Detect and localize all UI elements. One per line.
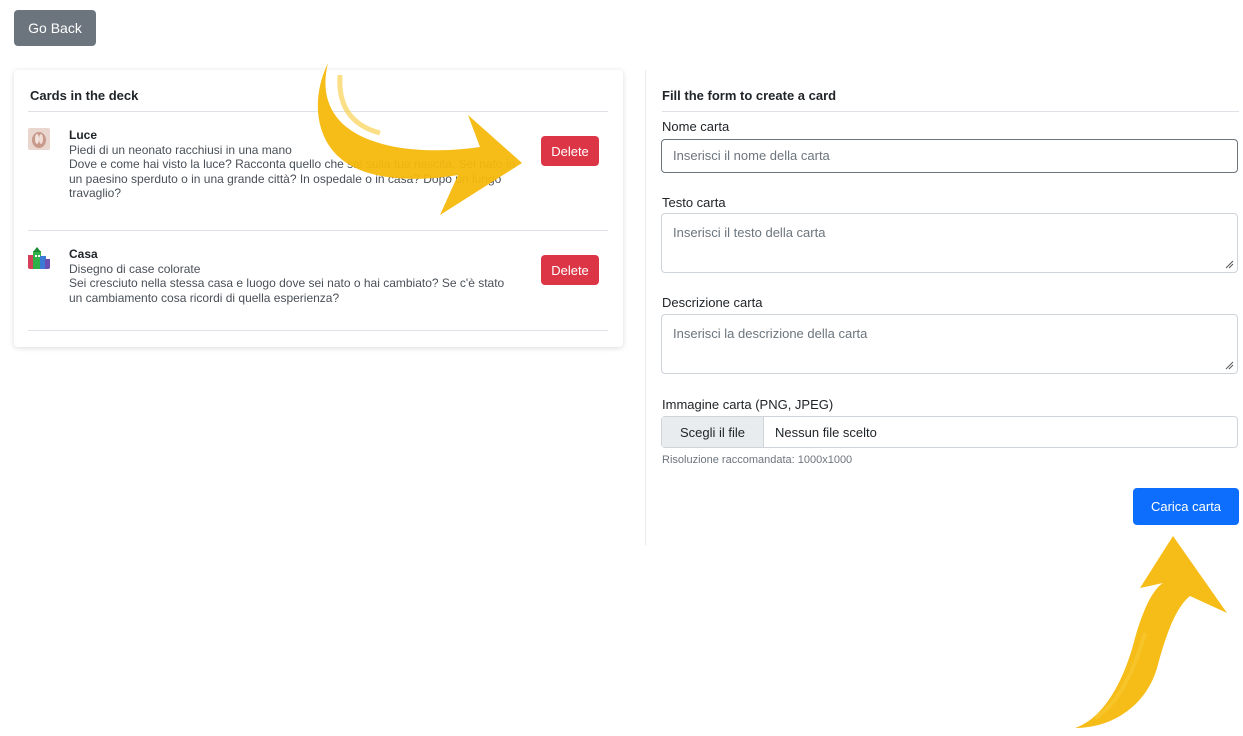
name-input[interactable]: Inserisci il nome della carta [661, 139, 1238, 173]
deck-item-divider [28, 330, 608, 331]
go-back-button[interactable]: Go Back [14, 10, 96, 46]
page: Go Back Cards in the deck Luce Piedi di … [0, 0, 1243, 736]
resize-handle-icon[interactable] [1225, 361, 1234, 370]
annotation-arrow [317, 63, 522, 215]
card-name: Casa [69, 247, 98, 261]
upload-card-button[interactable]: Carica carta [1133, 488, 1239, 525]
description-label: Descrizione carta [662, 295, 763, 310]
text-label: Testo carta [662, 195, 726, 210]
form-title-divider [662, 111, 1239, 112]
image-file-input[interactable]: Scegli il file Nessun file scelto [661, 416, 1238, 448]
image-label: Immagine carta (PNG, JPEG) [662, 397, 834, 412]
delete-button[interactable]: Delete [541, 255, 599, 285]
description-textarea[interactable]: Inserisci la descrizione della carta [661, 314, 1238, 374]
luce-thumbnail [28, 128, 50, 150]
deck-item-text: Casa Disegno di case colorate Sei cresci… [69, 247, 519, 305]
name-label: Nome carta [662, 119, 730, 134]
annotation-arrow [1075, 536, 1227, 728]
deck-item-casa: Casa Disegno di case colorate Sei cresci… [28, 247, 608, 327]
file-status: Nessun file scelto [775, 424, 877, 440]
card-description: Sei cresciuto nella stessa casa e luogo … [69, 276, 505, 305]
delete-button[interactable]: Delete [541, 136, 599, 166]
casa-thumbnail [28, 247, 50, 269]
text-placeholder: Inserisci il testo della carta [673, 225, 826, 240]
resolution-help-text: Risoluzione raccomandata: 1000x1000 [662, 454, 853, 466]
choose-file-button[interactable]: Scegli il file [662, 417, 764, 447]
deck-item-divider [28, 230, 608, 231]
card-text: Disegno di case colorate [69, 261, 201, 276]
text-textarea[interactable]: Inserisci il testo della carta [661, 213, 1238, 273]
deck-title: Cards in the deck [30, 88, 139, 103]
resize-handle-icon[interactable] [1225, 260, 1234, 269]
form-title: Fill the form to create a card [662, 88, 837, 103]
column-separator [645, 70, 646, 545]
description-placeholder: Inserisci la descrizione della carta [673, 326, 868, 341]
